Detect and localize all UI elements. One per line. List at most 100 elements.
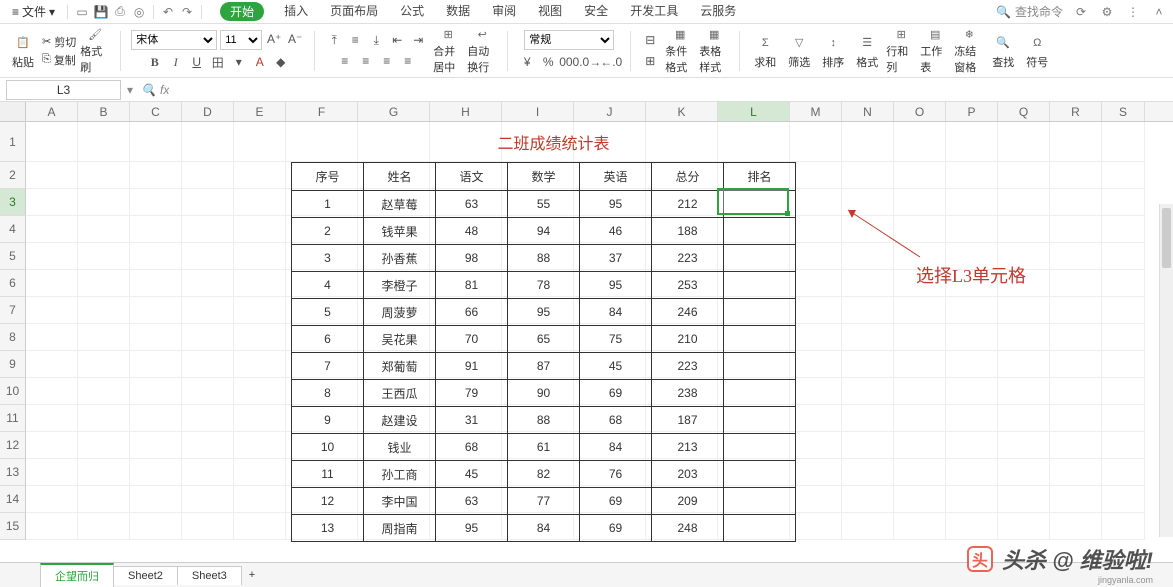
comma-icon[interactable]: 000 bbox=[560, 53, 578, 71]
search-box[interactable]: 🔍 查找命令 bbox=[996, 3, 1063, 20]
row-header-9[interactable]: 9 bbox=[0, 351, 26, 378]
bold-button[interactable]: B bbox=[146, 53, 164, 71]
col-header-B[interactable]: B bbox=[78, 102, 130, 121]
col-header-N[interactable]: N bbox=[842, 102, 894, 121]
number-format-select[interactable]: 常规 bbox=[524, 30, 614, 50]
col-header-S[interactable]: S bbox=[1102, 102, 1145, 121]
col-header-P[interactable]: P bbox=[946, 102, 998, 121]
table-cell[interactable]: 91 bbox=[436, 353, 508, 380]
col-header-J[interactable]: J bbox=[574, 102, 646, 121]
tab-公式[interactable]: 公式 bbox=[398, 2, 426, 21]
row-header-2[interactable]: 2 bbox=[0, 162, 26, 189]
table-cell[interactable]: 75 bbox=[580, 326, 652, 353]
row-header-8[interactable]: 8 bbox=[0, 324, 26, 351]
decimal-inc-icon[interactable]: .0→ bbox=[581, 53, 599, 71]
tab-开发工具[interactable]: 开发工具 bbox=[628, 2, 680, 21]
fill-color-button[interactable]: ▾ bbox=[230, 53, 248, 71]
table-cell[interactable]: 210 bbox=[652, 326, 724, 353]
cell-style-icon[interactable]: ⊞ bbox=[641, 52, 659, 70]
add-sheet-button[interactable]: + bbox=[241, 566, 263, 584]
table-cell[interactable]: 李橙子 bbox=[364, 272, 436, 299]
table-cell[interactable]: 87 bbox=[508, 353, 580, 380]
col-header-R[interactable]: R bbox=[1050, 102, 1102, 121]
conditional-format-button[interactable]: ▦条件格式 bbox=[665, 27, 695, 75]
table-cell[interactable]: 68 bbox=[580, 407, 652, 434]
row-header-11[interactable]: 11 bbox=[0, 405, 26, 432]
sheet-tab-2[interactable]: Sheet3 bbox=[177, 566, 242, 585]
table-cell[interactable]: 187 bbox=[652, 407, 724, 434]
table-cell[interactable] bbox=[724, 461, 796, 488]
increase-font-icon[interactable]: A⁺ bbox=[265, 30, 283, 48]
table-cell[interactable]: 45 bbox=[580, 353, 652, 380]
sum-button[interactable]: Σ求和 bbox=[750, 27, 780, 75]
table-cell[interactable]: 赵草莓 bbox=[364, 191, 436, 218]
table-cell[interactable]: 98 bbox=[436, 245, 508, 272]
table-cell[interactable]: 37 bbox=[580, 245, 652, 272]
col-header-H[interactable]: H bbox=[430, 102, 502, 121]
table-cell[interactable]: 31 bbox=[436, 407, 508, 434]
table-style-button[interactable]: ▦表格样式 bbox=[699, 27, 729, 75]
table-cell[interactable]: 70 bbox=[436, 326, 508, 353]
table-cell[interactable]: 45 bbox=[436, 461, 508, 488]
col-header-D[interactable]: D bbox=[182, 102, 234, 121]
table-cell[interactable] bbox=[724, 407, 796, 434]
cells-grid[interactable]: 二班成绩统计表 序号姓名语文数学英语总分排名1赵草莓6355952122钱苹果4… bbox=[26, 122, 1145, 540]
col-header-L[interactable]: L bbox=[718, 102, 790, 121]
col-header-O[interactable]: O bbox=[894, 102, 946, 121]
table-cell[interactable]: 68 bbox=[436, 434, 508, 461]
table-cell[interactable]: 88 bbox=[508, 245, 580, 272]
table-cell[interactable]: 11 bbox=[292, 461, 364, 488]
table-cell[interactable] bbox=[724, 515, 796, 542]
row-header-7[interactable]: 7 bbox=[0, 297, 26, 324]
chevron-up-icon[interactable]: ˄ bbox=[1151, 4, 1167, 20]
table-cell[interactable]: 周指南 bbox=[364, 515, 436, 542]
table-cell[interactable]: 李中国 bbox=[364, 488, 436, 515]
table-cell[interactable]: 84 bbox=[580, 299, 652, 326]
table-cell[interactable]: 65 bbox=[508, 326, 580, 353]
table-cell[interactable]: 63 bbox=[436, 191, 508, 218]
table-cell[interactable]: 48 bbox=[436, 218, 508, 245]
tab-数据[interactable]: 数据 bbox=[444, 2, 472, 21]
row-header-4[interactable]: 4 bbox=[0, 216, 26, 243]
filter-button[interactable]: ▽筛选 bbox=[784, 27, 814, 75]
table-cell[interactable] bbox=[724, 434, 796, 461]
table-cell[interactable]: 223 bbox=[652, 353, 724, 380]
table-cell[interactable]: 248 bbox=[652, 515, 724, 542]
table-cell[interactable]: 77 bbox=[508, 488, 580, 515]
percent-icon[interactable]: % bbox=[539, 53, 557, 71]
save-icon[interactable]: 💾 bbox=[93, 4, 109, 20]
highlight-button[interactable]: ◆ bbox=[272, 53, 290, 71]
table-cell[interactable]: 212 bbox=[652, 191, 724, 218]
tab-审阅[interactable]: 审阅 bbox=[490, 2, 518, 21]
row-header-5[interactable]: 5 bbox=[0, 243, 26, 270]
redo-icon[interactable]: ↷ bbox=[179, 4, 195, 20]
table-cell[interactable]: 79 bbox=[436, 380, 508, 407]
indent-left-icon[interactable]: ⇤ bbox=[388, 31, 406, 49]
table-cell[interactable]: 66 bbox=[436, 299, 508, 326]
col-header-Q[interactable]: Q bbox=[998, 102, 1050, 121]
table-cell[interactable]: 3 bbox=[292, 245, 364, 272]
table-cell[interactable]: 10 bbox=[292, 434, 364, 461]
table-cell[interactable]: 238 bbox=[652, 380, 724, 407]
table-cell[interactable]: 84 bbox=[580, 434, 652, 461]
row-header-6[interactable]: 6 bbox=[0, 270, 26, 297]
table-cell[interactable]: 吴花果 bbox=[364, 326, 436, 353]
table-cell[interactable]: 95 bbox=[580, 191, 652, 218]
col-header-K[interactable]: K bbox=[646, 102, 718, 121]
file-menu[interactable]: ≡ 文件 ▾ bbox=[6, 2, 61, 21]
align-bottom-icon[interactable]: ⤓ bbox=[367, 31, 385, 49]
table-cell[interactable]: 4 bbox=[292, 272, 364, 299]
undo-icon[interactable]: ↶ bbox=[160, 4, 176, 20]
cut-button[interactable]: ✂ 剪切 bbox=[42, 34, 76, 50]
table-cell[interactable]: 钱业 bbox=[364, 434, 436, 461]
formula-input[interactable] bbox=[169, 80, 1173, 100]
select-all-corner[interactable] bbox=[0, 102, 26, 121]
table-cell[interactable]: 253 bbox=[652, 272, 724, 299]
table-cell[interactable]: 90 bbox=[508, 380, 580, 407]
table-cell[interactable]: 郑葡萄 bbox=[364, 353, 436, 380]
tab-视图[interactable]: 视图 bbox=[536, 2, 564, 21]
align-right-icon[interactable]: ≡ bbox=[378, 52, 396, 70]
table-cell[interactable]: 8 bbox=[292, 380, 364, 407]
row-header-15[interactable]: 15 bbox=[0, 513, 26, 540]
col-header-C[interactable]: C bbox=[130, 102, 182, 121]
